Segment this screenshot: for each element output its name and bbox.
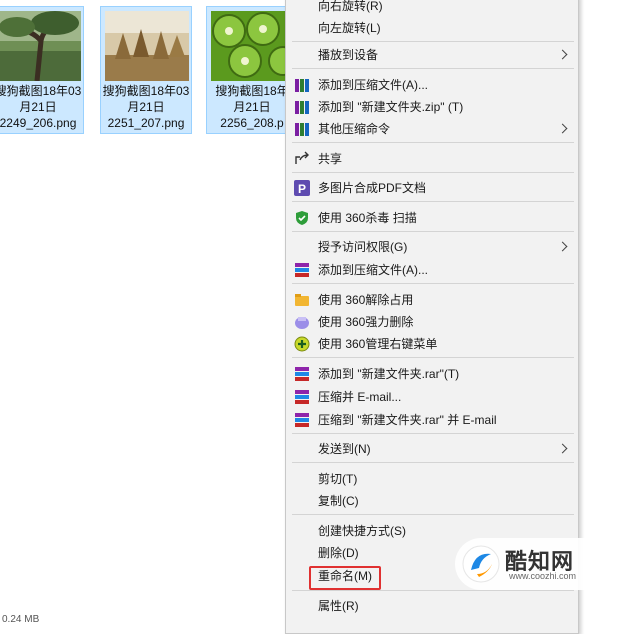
menu-item-add-to-archive[interactable]: 添加到压缩文件(A)...: [286, 74, 578, 96]
unlock-folder-icon: [294, 292, 310, 308]
menu-separator: [292, 590, 574, 591]
menu-item-label: 共享: [318, 152, 343, 166]
coozhi-watermark: 酷知网 www.coozhi.com: [455, 538, 625, 590]
menu-item-compress-email[interactable]: 压缩并 E-mail...: [286, 386, 578, 408]
status-size-text: 0.24 MB: [2, 614, 40, 625]
chevron-right-icon: [557, 443, 568, 454]
menu-item-copy[interactable]: 复制(C): [286, 490, 578, 512]
file-name: 搜狗截图18年 月21日 2256_208.p: [215, 84, 289, 130]
winrar-books-icon: [294, 77, 310, 93]
chevron-right-icon: [557, 123, 568, 134]
menu-separator: [292, 142, 574, 143]
menu-separator: [292, 231, 574, 232]
menu-item-rotate-left[interactable]: 向左旋转(L): [286, 17, 578, 39]
menu-item-other-compress[interactable]: 其他压缩命令: [286, 118, 578, 140]
file-name: 搜狗截图18年03 月21日 2249_206.png: [0, 84, 82, 130]
thumbnail-kiwi: [211, 11, 295, 81]
menu-item-label: 使用 360管理右键菜单: [318, 337, 438, 351]
menu-separator: [292, 462, 574, 463]
menu-item-grant-access[interactable]: 授予访问权限(G): [286, 236, 578, 258]
thumbnail-haystacks: [105, 11, 189, 81]
menu-item-label: 添加到 "新建文件夹.rar"(T): [318, 367, 460, 381]
menu-item-360-scan[interactable]: 使用 360杀毒 扫描: [286, 207, 578, 229]
chevron-right-icon: [557, 241, 568, 252]
menu-item-label: 压缩到 "新建文件夹.rar" 并 E-mail: [318, 413, 497, 427]
menu-item-properties[interactable]: 属性(R): [286, 595, 578, 617]
menu-item-label: 创建快捷方式(S): [318, 524, 406, 538]
menu-item-360-force-delete[interactable]: 使用 360强力删除: [286, 311, 578, 333]
menu-item-send-to[interactable]: 发送到(N): [286, 438, 578, 460]
rar-stack-icon: [294, 366, 310, 382]
chevron-right-icon: [557, 49, 568, 60]
menu-item-360-unlock[interactable]: 使用 360解除占用: [286, 289, 578, 311]
menu-item-add-to-zip[interactable]: 添加到 "新建文件夹.zip" (T): [286, 96, 578, 118]
rar-stack-icon: [294, 262, 310, 278]
winrar-books-icon: [294, 99, 310, 115]
watermark-url: www.coozhi.com: [509, 571, 577, 581]
menu-item-label: 发送到(N): [318, 442, 371, 456]
file-item-1[interactable]: 搜狗截图18年03 月21日 2249_206.png: [0, 6, 84, 134]
menu-item-label: 使用 360杀毒 扫描: [318, 211, 417, 225]
plus-menu-icon: [294, 336, 310, 352]
menu-item-label: 使用 360强力删除: [318, 315, 414, 329]
menu-item-label: 使用 360解除占用: [318, 293, 414, 307]
menu-item-add-to-archive-rar[interactable]: 添加到压缩文件(A)...: [286, 259, 578, 281]
menu-item-label: 其他压缩命令: [318, 122, 391, 136]
menu-separator: [292, 283, 574, 284]
rar-stack-icon: [294, 389, 310, 405]
menu-separator: [292, 433, 574, 434]
menu-separator: [292, 41, 574, 42]
file-thumbnails: 搜狗截图18年03 月21日 2249_206.png 搜狗截图18年03 月21日 2…: [0, 0, 298, 140]
coozhi-logo-icon: [461, 544, 501, 584]
menu-item-label: 向左旋转(L): [318, 21, 381, 35]
svg-text:P: P: [298, 182, 306, 196]
menu-separator: [292, 357, 574, 358]
menu-item-add-to-rar[interactable]: 添加到 "新建文件夹.rar"(T): [286, 363, 578, 385]
rename-highlight-box: [309, 566, 381, 590]
menu-item-label: 属性(R): [318, 599, 359, 613]
shred-icon: [294, 314, 310, 330]
menu-item-label: 授予访问权限(G): [318, 240, 408, 254]
menu-item-label: 添加到压缩文件(A)...: [318, 263, 428, 277]
menu-item-label: 复制(C): [318, 494, 359, 508]
menu-separator: [292, 68, 574, 69]
share-icon: [294, 151, 310, 167]
menu-separator: [292, 201, 574, 202]
menu-item-label: 播放到设备: [318, 48, 379, 62]
menu-item-360-manage-menu[interactable]: 使用 360管理右键菜单: [286, 333, 578, 355]
pdf-p-icon: P: [294, 180, 310, 196]
menu-item-label: 多图片合成PDF文档: [318, 181, 427, 195]
menu-item-label: 添加到压缩文件(A)...: [318, 78, 428, 92]
menu-item-cut[interactable]: 剪切(T): [286, 468, 578, 490]
winrar-books-icon: [294, 121, 310, 137]
menu-item-label: 删除(D): [318, 546, 359, 560]
rar-stack-icon: [294, 412, 310, 428]
menu-item-label: 向右旋转(R): [318, 0, 383, 13]
menu-item-label: 添加到 "新建文件夹.zip" (T): [318, 100, 464, 114]
file-item-2[interactable]: 搜狗截图18年03 月21日 2251_207.png: [100, 6, 192, 134]
menu-separator: [292, 172, 574, 173]
file-name: 搜狗截图18年03 月21日 2251_207.png: [102, 84, 190, 130]
menu-item-play-to-device[interactable]: 播放到设备: [286, 44, 578, 66]
menu-item-compress-rar-email[interactable]: 压缩到 "新建文件夹.rar" 并 E-mail: [286, 409, 578, 431]
menu-separator: [292, 514, 574, 515]
menu-item-share[interactable]: 共享: [286, 148, 578, 170]
menu-item-rotate-right[interactable]: 向右旋转(R): [286, 0, 578, 17]
menu-item-label: 剪切(T): [318, 472, 358, 486]
menu-item-label: 压缩并 E-mail...: [318, 390, 402, 404]
shield-icon: [294, 210, 310, 226]
menu-item-merge-pdf[interactable]: P 多图片合成PDF文档: [286, 177, 578, 199]
thumbnail-forest-tree: [0, 11, 81, 81]
